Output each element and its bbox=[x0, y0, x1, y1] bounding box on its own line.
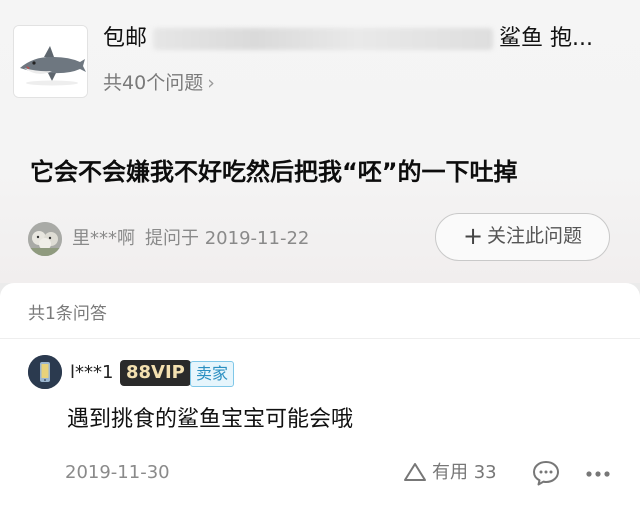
chevron-right-icon: › bbox=[207, 72, 215, 94]
question-count-suffix: 个问题 bbox=[146, 72, 204, 94]
useful-count: 33 bbox=[473, 462, 497, 483]
sheep-avatar-icon bbox=[28, 222, 62, 256]
plus-icon: + bbox=[462, 222, 484, 250]
product-thumbnail[interactable] bbox=[13, 25, 88, 98]
follow-question-label: 关注此问题 bbox=[487, 225, 583, 247]
product-title-end: 鲨鱼 抱... bbox=[499, 26, 593, 51]
more-dots-icon[interactable] bbox=[584, 466, 612, 480]
asked-date: 2019-11-22 bbox=[204, 228, 310, 249]
answers-count: 共1条问答 bbox=[28, 304, 107, 324]
question-count-number: 40 bbox=[122, 72, 147, 94]
question-count-prefix: 共 bbox=[103, 72, 123, 94]
answer-date: 2019-11-30 bbox=[65, 462, 170, 483]
obscured-title-segment bbox=[153, 28, 494, 50]
follow-question-button[interactable]: + 关注此问题 bbox=[435, 213, 610, 261]
divider bbox=[0, 338, 640, 339]
asker-avatar[interactable] bbox=[28, 222, 62, 256]
asked-label: 提问于 bbox=[145, 228, 199, 249]
comment-icon[interactable] bbox=[531, 458, 561, 488]
product-title-start: 包邮 bbox=[103, 26, 148, 51]
useful-button[interactable]: 有用 33 bbox=[402, 458, 497, 488]
phone-avatar-icon bbox=[28, 355, 62, 389]
product-title[interactable]: 包邮 鲨鱼 抱... bbox=[103, 22, 623, 56]
vip-badge: 88VIP bbox=[120, 360, 191, 386]
question-title: 它会不会嫌我不好吃然后把我“呸”的一下吐掉 bbox=[30, 158, 518, 186]
triangle-up-icon bbox=[404, 463, 426, 481]
shark-plush-image bbox=[14, 26, 87, 97]
useful-label: 有用 bbox=[432, 462, 468, 483]
answer-text: 遇到挑食的鲨鱼宝宝可能会哦 bbox=[67, 407, 354, 432]
question-count-link[interactable]: 共40个问题 › bbox=[103, 70, 215, 96]
answerer-name: l***1 bbox=[70, 362, 114, 383]
answerer-avatar[interactable] bbox=[28, 355, 62, 389]
asker-name: 里***啊 bbox=[72, 228, 135, 249]
asker-meta: 里***啊 提问于 2019-11-22 bbox=[72, 225, 309, 253]
seller-badge: 卖家 bbox=[190, 361, 235, 387]
